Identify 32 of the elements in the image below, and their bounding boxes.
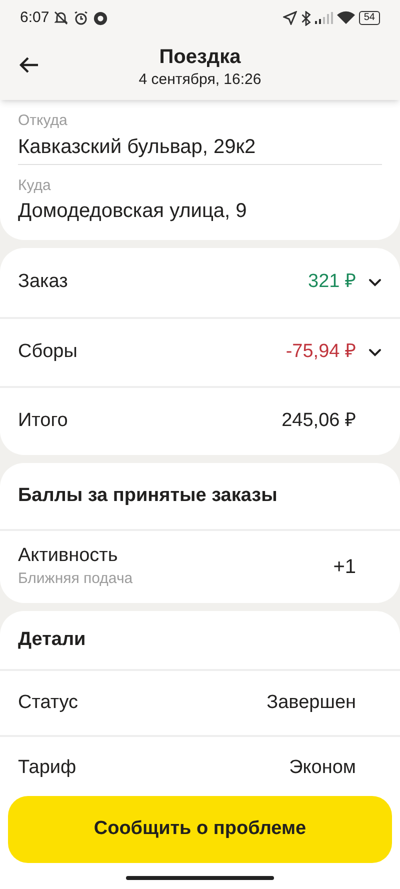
payment-label: Заказ [18, 270, 69, 294]
payment-amount: 321 ₽ [308, 270, 356, 294]
alarm-icon [73, 10, 90, 26]
wifi-icon [336, 11, 355, 25]
points-label: Активность [18, 544, 119, 568]
points-value: +1 [333, 555, 356, 580]
back-arrow-icon [18, 56, 40, 74]
payment-label: Сборы [18, 340, 78, 364]
detail-value: Эконом [289, 756, 356, 780]
route-address: Домодедовская улица, 9 [18, 199, 248, 224]
clock-time: 6:07 [20, 8, 50, 28]
payment-label: Итого [18, 409, 69, 434]
trip-date: 4 сентября, 16:26 [138, 70, 262, 90]
detail-label: Тариф [18, 756, 78, 780]
section-title: Баллы за принятые заказы [18, 484, 278, 508]
section-title: Детали [18, 628, 86, 652]
signal-icon [314, 12, 333, 24]
payment-amount: 245,06 ₽ [282, 409, 356, 434]
payment-amount: -75,94 ₽ [286, 340, 356, 364]
detail-label: Статус [18, 690, 80, 715]
battery-level: 54 [358, 11, 380, 25]
route-label: Куда [18, 176, 52, 196]
location-arrow-icon [282, 11, 297, 25]
report-problem-button[interactable]: Сообщить о проблеме [8, 796, 392, 863]
screen-title: Поездка [159, 44, 241, 69]
points-sublabel: Ближняя подача [18, 568, 134, 589]
route-label: Откуда [18, 111, 68, 131]
detail-value: Завершен [266, 690, 356, 715]
route-address: Кавказский бульвар, 29к2 [18, 134, 257, 160]
muted-bell-icon [53, 10, 70, 26]
bluetooth-icon [300, 10, 311, 26]
back-button[interactable] [18, 56, 40, 74]
